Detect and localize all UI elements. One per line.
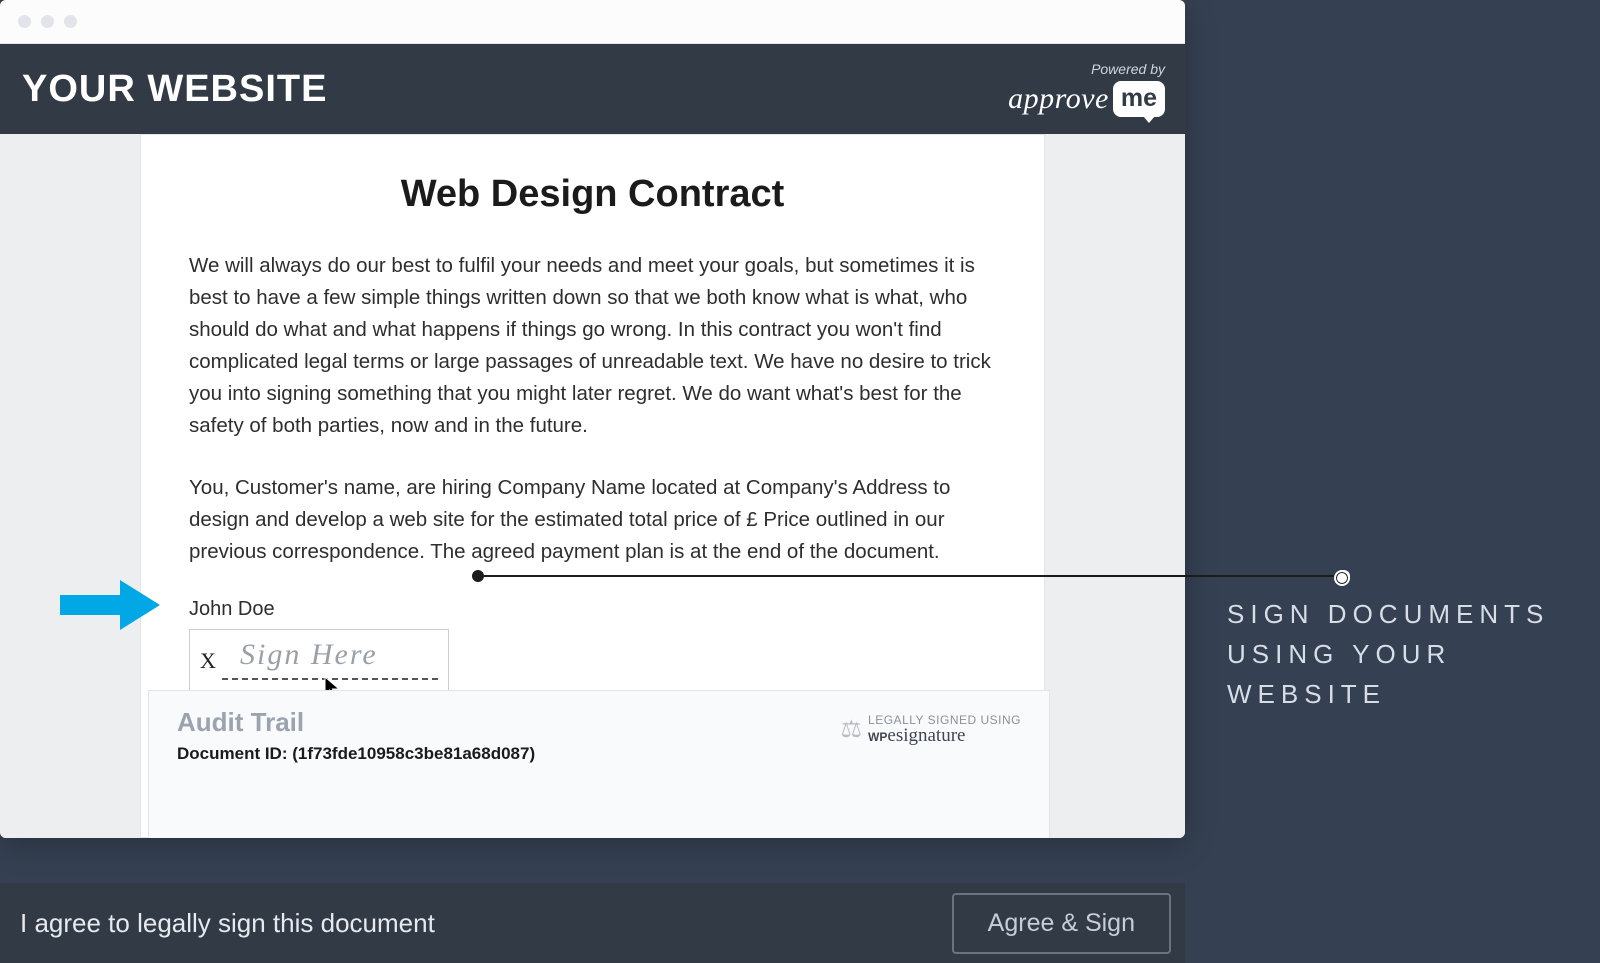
- annotation-connector: [478, 575, 1344, 577]
- browser-window: YOUR WEBSITE Powered by approve me Web D…: [0, 0, 1185, 838]
- powered-by-label: Powered by: [1091, 61, 1165, 77]
- logo-approve-text: approve: [1008, 82, 1109, 116]
- audit-docid-value: (1f73fde10958c3be81a68d087): [292, 744, 535, 763]
- window-dot-minimize-icon: [41, 15, 54, 28]
- agree-and-sign-button[interactable]: Agree & Sign: [952, 893, 1171, 954]
- scales-icon: ⚖: [841, 715, 863, 744]
- browser-title-bar: [0, 0, 1185, 44]
- promo-panel: SIGN DOCUMENTS USING YOUR WEBSITE: [1185, 0, 1600, 963]
- agree-bar: I agree to legally sign this document Ag…: [0, 883, 1185, 963]
- agree-consent-text: I agree to legally sign this document: [20, 908, 435, 939]
- window-dot-zoom-icon: [64, 15, 77, 28]
- audit-trail-panel: Audit Trail Document ID: (1f73fde10958c3…: [148, 690, 1050, 838]
- document-paragraph-2: You, Customer's name, are hiring Company…: [189, 472, 996, 568]
- audit-docid-label: Document ID:: [177, 744, 288, 763]
- logo-me-bubble-icon: me: [1113, 81, 1165, 117]
- badge-esignature: esignature: [887, 725, 965, 746]
- document-paragraph-1: We will always do our best to fulfil you…: [189, 250, 996, 442]
- audit-trail-title: Audit Trail: [177, 707, 535, 738]
- promo-text: SIGN DOCUMENTS USING YOUR WEBSITE: [1227, 594, 1600, 714]
- document-title: Web Design Contract: [189, 173, 996, 216]
- legally-signed-badge: ⚖ LEGALLY SIGNED USING WPesignature: [841, 713, 1021, 745]
- approveme-logo: approve me: [1008, 81, 1165, 117]
- powered-by: Powered by approve me: [1008, 61, 1165, 117]
- site-header: YOUR WEBSITE Powered by approve me: [0, 44, 1185, 134]
- audit-document-id: Document ID: (1f73fde10958c3be81a68d087): [177, 744, 535, 764]
- signature-placeholder: Sign Here: [240, 638, 378, 672]
- signer-name: John Doe: [189, 598, 996, 621]
- window-dot-close-icon: [18, 15, 31, 28]
- badge-wp: WP: [868, 730, 887, 744]
- signature-x-mark: X: [200, 648, 216, 674]
- callout-arrow-icon: [60, 580, 160, 630]
- site-title: YOUR WEBSITE: [22, 68, 327, 111]
- signature-field[interactable]: X Sign Here: [189, 629, 449, 693]
